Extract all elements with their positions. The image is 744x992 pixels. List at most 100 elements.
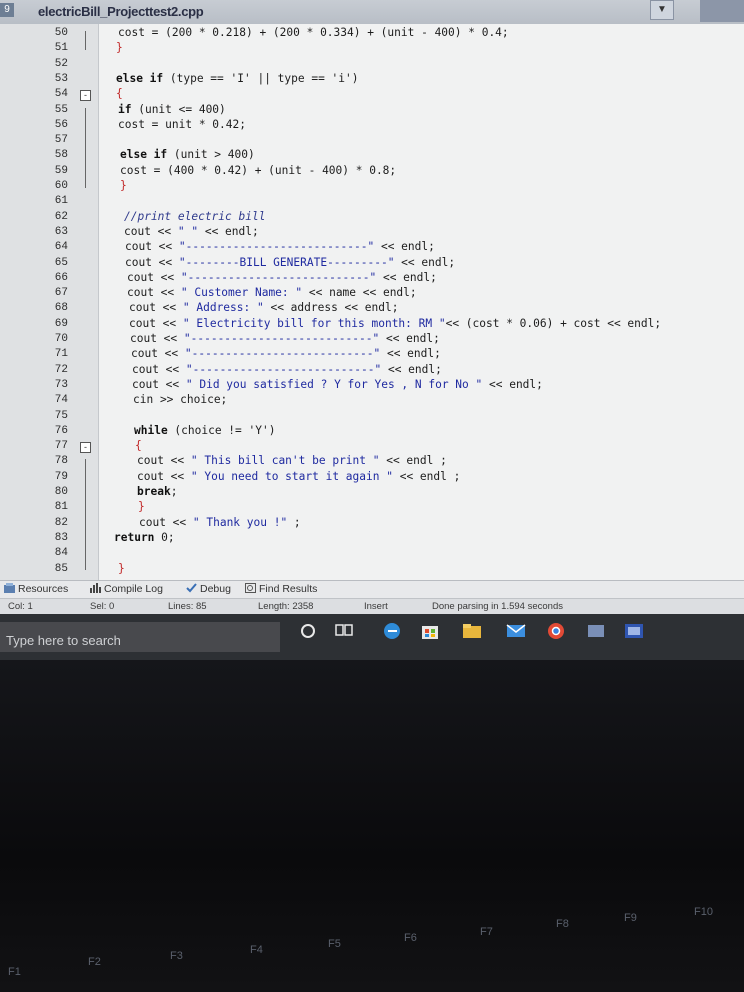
tab-scroll-button[interactable]: ▼ [650,0,674,20]
code-line[interactable]: cout << "---------------------------" <<… [125,240,435,253]
code-line[interactable]: cout << "---------------------------" <<… [130,332,440,345]
status-bar: Col: 1 Sel: 0 Lines: 85 Length: 2358 Ins… [0,598,744,615]
code-line[interactable]: { [116,87,123,100]
status-col: Col: 1 [8,601,33,612]
code-line[interactable]: cout << " You need to start it again " <… [137,470,460,483]
check-icon [186,583,197,593]
chart-icon [90,583,101,593]
line-number: 57 [54,134,68,147]
line-number: 85 [54,562,68,575]
code-line[interactable]: cout << " Did you satisfied ? Y for Yes … [132,378,543,391]
line-number: 53 [54,72,68,85]
code-line[interactable]: break; [137,485,177,498]
fkey-f2: F2 [88,956,101,968]
line-number: 67 [54,287,68,300]
code-line[interactable]: cin >> choice; [133,393,227,406]
line-number: 52 [54,57,68,70]
tab-debug-label: Debug [200,583,231,595]
code-line[interactable]: cout << " This bill can't be print " << … [137,454,447,467]
code-line[interactable]: cost = (200 * 0.218) + (200 * 0.334) + (… [118,26,509,39]
cortana-icon[interactable] [298,622,318,640]
code-line[interactable]: cout << " Thank you !" ; [139,516,301,529]
fkey-f6: F6 [404,932,417,944]
code-line[interactable]: } [116,41,123,54]
line-number: 70 [54,333,68,345]
status-length: Length: 2358 [258,601,314,612]
tab-compile-log[interactable]: Compile Log [90,583,163,595]
status-mode: Insert [364,601,388,612]
fold-guide [85,107,86,188]
code-line[interactable]: cout << "---------------------------" <<… [127,271,437,284]
line-number: 77 [54,440,68,453]
code-line[interactable]: cost = (400 * 0.42) + (unit - 400) * 0.8… [120,164,396,177]
resources-icon [4,583,15,593]
code-line[interactable]: else if (type == 'I' || type == 'i') [116,72,358,85]
line-number: 55 [54,103,68,116]
fkey-f1: F1 [8,966,21,978]
code-line[interactable]: cout << " Address: " << address << endl; [129,301,398,314]
line-number: 68 [54,302,68,315]
line-number: 63 [54,225,68,238]
tab-find-results-label: Find Results [259,583,318,595]
line-number: 82 [54,516,68,529]
status-sel: Sel: 0 [90,601,115,612]
file-explorer-icon[interactable] [462,622,482,640]
code-line[interactable]: else if (unit > 400) [120,148,255,161]
line-number: 59 [54,164,68,177]
fkey-f8: F8 [556,918,569,930]
app-icon[interactable] [586,622,606,640]
code-line[interactable]: cout << "---------------------------" <<… [132,363,442,376]
code-line[interactable]: cout << "---------------------------" <<… [131,347,441,360]
chrome-icon[interactable] [546,622,566,640]
code-line[interactable]: } [138,500,145,513]
bottom-panel-tabs: Resources Compile Log Debug Find Results [0,580,744,599]
line-number: 75 [54,409,68,422]
line-number: 56 [54,118,68,131]
code-line[interactable]: cout << " " << endl; [124,225,259,238]
search-placeholder: Type here to search [6,633,121,648]
line-number: 69 [54,317,68,330]
store-icon[interactable] [420,622,440,640]
file-tab[interactable]: electricBill_Projecttest2.cpp [38,4,204,19]
code-line[interactable]: if (unit <= 400) [118,103,226,116]
line-number: 78 [54,455,68,468]
code-line[interactable]: cost = unit * 0.42; [118,118,246,131]
line-number: 64 [54,241,68,254]
window-control-icon[interactable] [700,0,744,22]
line-number: 72 [54,363,68,376]
app-icon: 9 [0,3,14,17]
line-number: 50 [54,27,68,39]
code-line[interactable]: cout << " Electricity bill for this mont… [129,317,661,330]
fold-toggle-icon[interactable]: - [80,90,91,102]
taskbar-search-box[interactable]: Type here to search [0,622,280,652]
code-line[interactable]: } [120,179,127,192]
code-line[interactable]: return 0; [114,531,175,544]
code-line[interactable]: while (choice != 'Y') [134,424,275,437]
tab-debug[interactable]: Debug [186,583,231,595]
code-editor[interactable]: 50 51 52 53 54 55 56 57 58 59 60 61 62 63 64 65 66 67 68 69… [0,24,744,580]
fkey-f7: F7 [480,926,493,938]
code-line[interactable]: //print electric bill [124,210,265,223]
tab-resources[interactable]: Resources [4,583,68,595]
tab-find-results[interactable]: Find Results [245,583,317,595]
keyboard-area: F1 F2 F3 F4 F5 F6 F7 F8 F9 F10 [0,660,744,992]
line-number: 79 [54,470,68,483]
code-line[interactable]: cout << " Customer Name: " << name << en… [127,286,417,299]
fkey-f5: F5 [328,938,341,950]
mail-icon[interactable] [506,622,526,640]
devcpp-icon[interactable] [624,622,644,640]
line-number: 74 [54,394,68,407]
line-number: 83 [54,531,68,544]
line-number: 51 [54,42,68,55]
line-number: 84 [54,547,68,560]
fold-toggle-icon[interactable]: - [80,442,91,454]
code-line[interactable]: cout << "--------BILL GENERATE---------"… [125,256,455,269]
monitor-screen: 9 electricBill_Projecttest2.cpp ▼ 50 51 52… [0,0,744,660]
task-view-icon[interactable] [334,622,354,640]
code-line[interactable]: { [135,439,142,452]
code-line[interactable]: } [118,562,125,575]
taskbar: Type here to search [0,614,744,660]
fkey-f10: F10 [694,906,713,918]
tab-resources-label: Resources [18,583,69,595]
edge-icon[interactable] [382,622,402,640]
